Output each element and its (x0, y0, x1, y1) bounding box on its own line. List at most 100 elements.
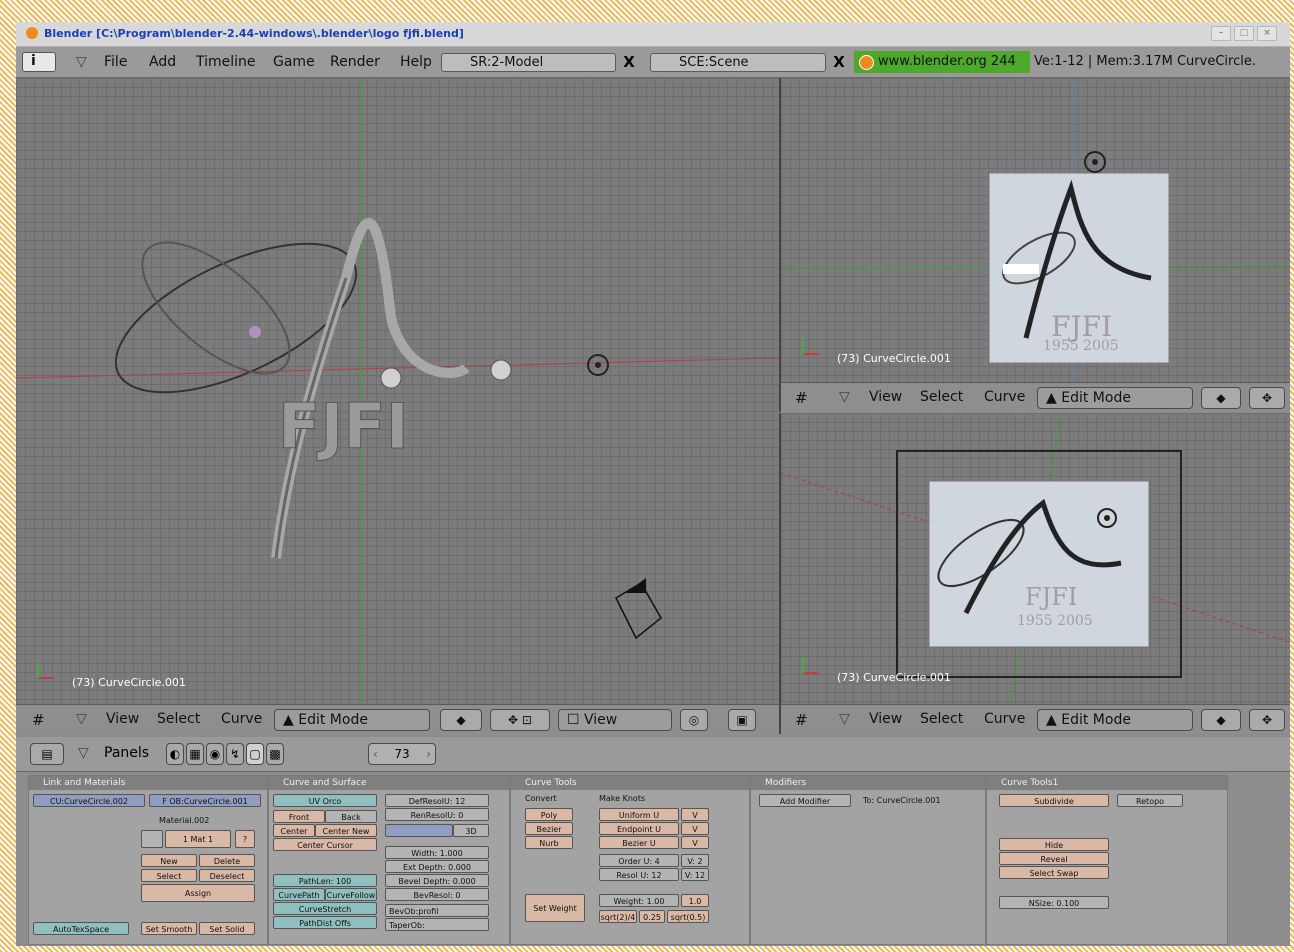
width-field[interactable]: Width: 1.000 (385, 846, 489, 859)
buttons-window-type-icon[interactable]: ▤ (30, 743, 64, 765)
ren-resol-u-field[interactable]: RenResolU: 0 (385, 808, 489, 821)
shading-context-icon[interactable]: ◉ (206, 743, 224, 765)
menu-help[interactable]: Help (400, 54, 432, 70)
bezier-u-button[interactable]: Bezier U (599, 836, 679, 849)
grid-view-icon[interactable]: # (795, 711, 808, 729)
convert-bezier-button[interactable]: Bezier (525, 822, 573, 835)
top-right-viewport[interactable]: FJFI 1955 2005 (73) CurveCircle.001 (779, 78, 1290, 382)
editing-context-icon[interactable]: ▢ (246, 743, 264, 765)
menu-view[interactable]: View (869, 711, 902, 727)
weight-quarter-button[interactable]: 0.25 (639, 910, 665, 923)
menu-render[interactable]: Render (330, 54, 380, 70)
mode-3d-toggle[interactable]: 3D (453, 824, 489, 837)
object-context-icon[interactable]: ↯ (226, 743, 244, 765)
center-new-button[interactable]: Center New (315, 824, 377, 837)
resol-u-field[interactable]: Resol U: 12 (599, 868, 679, 881)
screen-selector[interactable]: SR:2-Model (441, 53, 616, 72)
panel-title[interactable]: Curve and Surface (269, 776, 509, 790)
menu-view[interactable]: View (106, 711, 139, 727)
panel-title[interactable]: Curve Tools1 (987, 776, 1227, 790)
scene-selector[interactable]: SCE:Scene (650, 53, 826, 72)
nsize-field[interactable]: NSize: 0.100 (999, 896, 1109, 909)
bev-ob-field[interactable]: BevOb:profil (385, 904, 489, 917)
bottom-right-viewport[interactable]: FJFI 1955 2005 (73) CurveCircle.001 (779, 413, 1290, 704)
uv-orco-toggle[interactable]: UV Orco (273, 794, 377, 807)
new-material-button[interactable]: New (141, 854, 197, 867)
front-toggle[interactable]: Front (273, 810, 325, 823)
weight-field[interactable]: Weight: 1.00 (599, 894, 679, 907)
minimize-icon[interactable]: – (1211, 26, 1231, 41)
menu-timeline[interactable]: Timeline (196, 54, 256, 70)
grid-view-icon[interactable]: # (32, 711, 45, 729)
path-len-field[interactable]: PathLen: 100 (273, 874, 377, 887)
grid-view-icon[interactable]: # (795, 389, 808, 407)
pivot-button[interactable]: ✥ (1249, 709, 1285, 731)
menu-view[interactable]: View (869, 389, 902, 405)
panel-title[interactable]: Link and Materials (29, 776, 267, 790)
menu-file[interactable]: File (104, 54, 127, 70)
scene-context-icon[interactable]: ▩ (266, 743, 284, 765)
convert-poly-button[interactable]: Poly (525, 808, 573, 821)
subdivide-button[interactable]: Subdivide (999, 794, 1109, 807)
resol-v-field[interactable]: V: 12 (681, 868, 709, 881)
endpoint-v-button[interactable]: V (681, 822, 709, 835)
order-v-field[interactable]: V: 2 (681, 854, 709, 867)
menu-select[interactable]: Select (920, 389, 963, 405)
menu-curve[interactable]: Curve (221, 711, 262, 727)
weight-sqrt05-button[interactable]: sqrt(0.5) (667, 910, 709, 923)
logic-context-icon[interactable]: ◐ (166, 743, 184, 765)
menu-curve[interactable]: Curve (984, 711, 1025, 727)
deselect-material-button[interactable]: Deselect (199, 869, 255, 882)
mode-select[interactable]: ▲ Edit Mode (274, 709, 430, 731)
autotexspace-toggle[interactable]: AutoTexSpace (33, 922, 129, 935)
panel-title[interactable]: Curve Tools (511, 776, 749, 790)
ext-depth-field[interactable]: Ext Depth: 0.000 (385, 860, 489, 873)
center-cursor-button[interactable]: Center Cursor (273, 838, 377, 851)
uniform-u-button[interactable]: Uniform U (599, 808, 679, 821)
set-solid-button[interactable]: Set Solid (199, 922, 255, 935)
select-swap-button[interactable]: Select Swap (999, 866, 1109, 879)
center-button[interactable]: Center (273, 824, 315, 837)
render-icon[interactable]: ▣ (728, 709, 756, 731)
menu-add[interactable]: Add (149, 54, 176, 70)
material-color-swatch[interactable] (141, 830, 163, 848)
maximize-icon[interactable]: □ (1234, 26, 1254, 41)
def-resol-u-field[interactable]: DefResolU: 12 (385, 794, 489, 807)
delete-scene-button[interactable]: X (830, 53, 848, 72)
taper-ob-field[interactable]: TaperOb: (385, 918, 489, 931)
back-front-toggle[interactable] (385, 824, 453, 837)
reveal-button[interactable]: Reveal (999, 852, 1109, 865)
weight-sqrt2-4-button[interactable]: sqrt(2)/4 (599, 910, 637, 923)
mode-select[interactable]: ▲ Edit Mode (1037, 709, 1193, 731)
hide-button[interactable]: Hide (999, 838, 1109, 851)
draw-type-button[interactable]: ◆ (1201, 387, 1241, 409)
mode-select[interactable]: ▲ Edit Mode (1037, 387, 1193, 409)
panel-title[interactable]: Modifiers (751, 776, 985, 790)
curve-path-toggle[interactable]: CurvePath (273, 888, 325, 901)
back-toggle[interactable]: Back (325, 810, 377, 823)
main-3d-viewport[interactable]: FJFI (73) CurveCircle.001 (16, 78, 779, 704)
frame-counter[interactable]: ‹ 73 › (368, 743, 436, 765)
menu-select[interactable]: Select (920, 711, 963, 727)
bezier-v-button[interactable]: V (681, 836, 709, 849)
collapse-arrow-icon[interactable]: ▽ (76, 54, 87, 70)
window-type-button[interactable]: i (22, 52, 56, 72)
uniform-v-button[interactable]: V (681, 808, 709, 821)
select-material-button[interactable]: Select (141, 869, 197, 882)
bev-resol-field[interactable]: BevResol: 0 (385, 888, 489, 901)
add-modifier-button[interactable]: Add Modifier (759, 794, 851, 807)
pivot-button[interactable]: ✥ ⊡ (490, 709, 550, 731)
collapse-arrow-icon[interactable]: ▽ (839, 389, 850, 405)
collapse-arrow-icon[interactable]: ▽ (78, 745, 89, 761)
menu-game[interactable]: Game (273, 54, 315, 70)
order-u-field[interactable]: Order U: 4 (599, 854, 679, 867)
convert-nurb-button[interactable]: Nurb (525, 836, 573, 849)
delete-material-button[interactable]: Delete (199, 854, 255, 867)
view-select[interactable]: ☐ View (558, 709, 672, 731)
script-context-icon[interactable]: ▦ (186, 743, 204, 765)
assign-material-button[interactable]: Assign (141, 884, 255, 902)
material-question-button[interactable]: ? (235, 830, 255, 848)
set-weight-button[interactable]: Set Weight (525, 894, 585, 922)
proportional-icon[interactable]: ◎ (680, 709, 708, 731)
menu-select[interactable]: Select (157, 711, 200, 727)
